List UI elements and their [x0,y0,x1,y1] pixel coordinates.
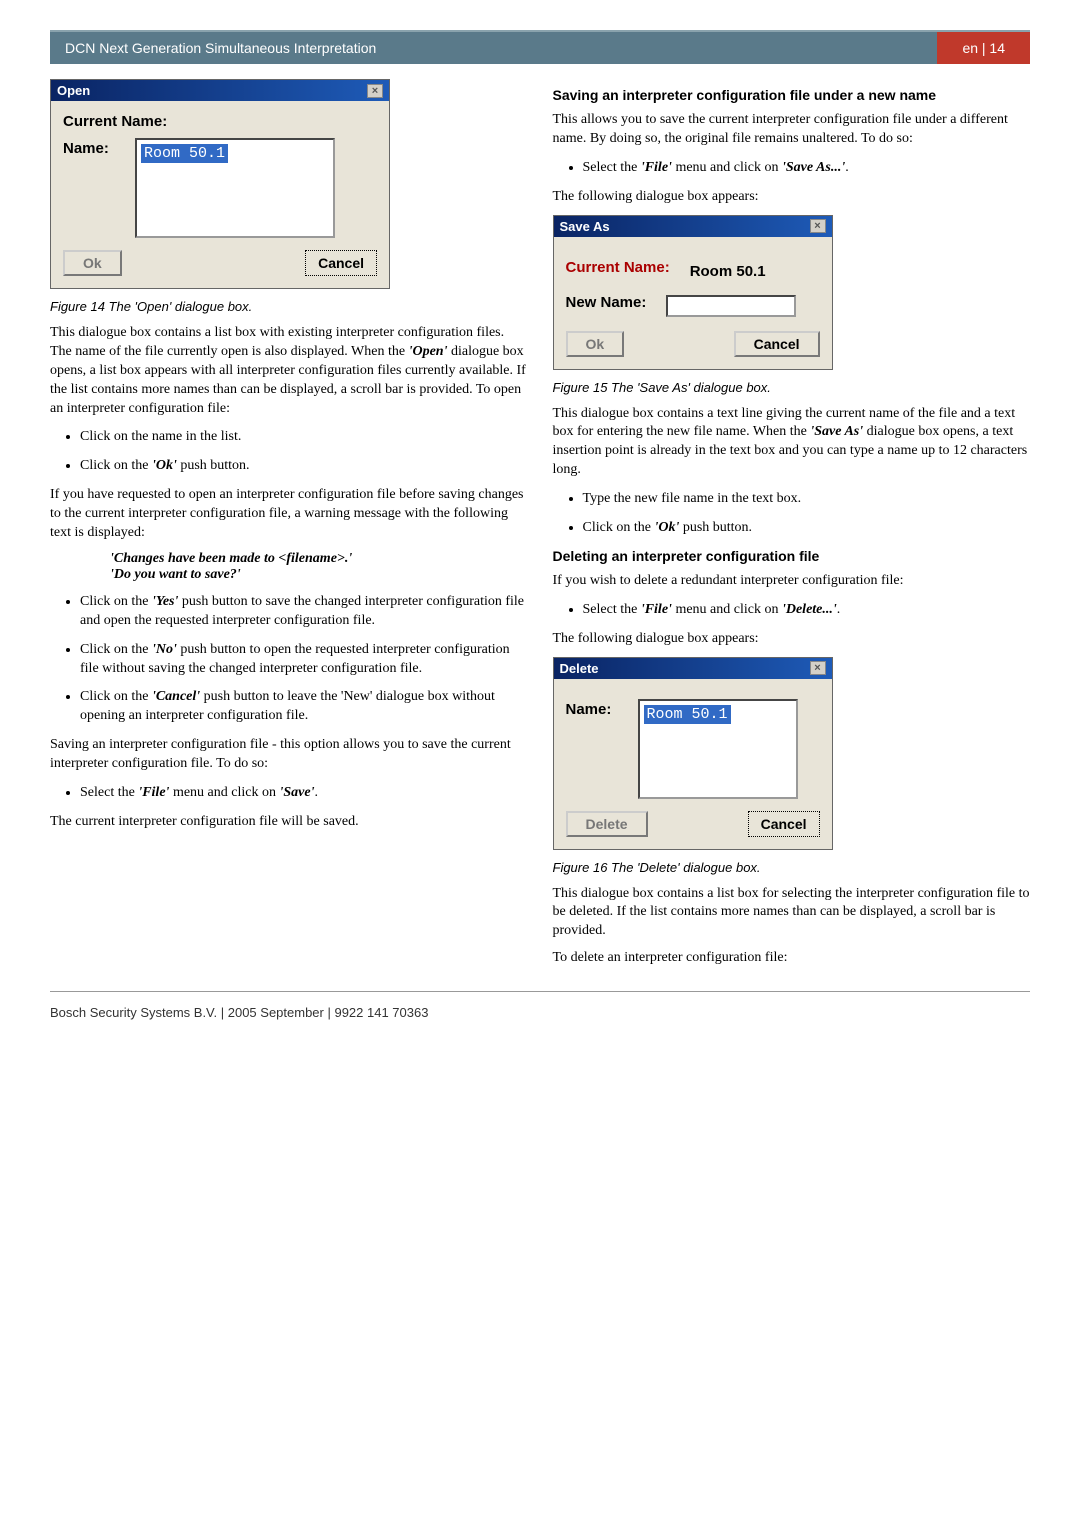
list-item: Click on the 'Ok' push button. [583,519,1031,538]
new-name-label: New Name: [566,294,647,311]
open-dialog-title: Open [57,83,90,98]
open-dialog: Open × Current Name: Name: Room 50.1 Ok … [50,79,390,289]
cancel-button[interactable]: Cancel [748,811,820,837]
current-name-value: Room 50.1 [690,263,766,280]
paragraph: This dialogue box contains a list box fo… [553,885,1031,942]
list-item: Type the new file name in the text box. [583,490,1031,509]
list-item: Click on the 'Cancel' push button to lea… [80,688,528,726]
quote-text: 'Changes have been made to <filename>.' [110,551,528,567]
list-item[interactable]: Room 50.1 [141,144,228,163]
paragraph: The following dialogue box appears: [553,188,1031,207]
list-item: Click on the 'Yes' push button to save t… [80,593,528,631]
current-name-label: Current Name: [566,259,670,276]
close-icon[interactable]: × [810,219,826,233]
saveas-dialog-titlebar: Save As × [554,216,832,237]
close-icon[interactable]: × [367,84,383,98]
header-page-number: en | 14 [937,32,1030,64]
list-item: Click on the name in the list. [80,428,528,447]
saveas-dialog-title: Save As [560,219,610,234]
list-item: Select the 'File' menu and click on 'Sav… [583,159,1031,178]
name-label: Name: [566,699,626,718]
delete-dialog: Delete × Name: Room 50.1 Delete Cancel [553,657,833,850]
figure-caption: Figure 14 The 'Open' dialogue box. [50,299,528,314]
delete-dialog-title: Delete [560,661,599,676]
header-title: DCN Next Generation Simultaneous Interpr… [65,40,376,56]
list-item: Select the 'File' menu and click on 'Sav… [80,784,528,803]
delete-button[interactable]: Delete [566,811,648,837]
current-name-label: Current Name: [63,113,377,130]
paragraph: If you have requested to open an interpr… [50,486,528,543]
list-item: Click on the 'Ok' push button. [80,457,528,476]
cancel-button[interactable]: Cancel [305,250,377,276]
saveas-dialog: Save As × Current Name: Room 50.1 New Na… [553,215,833,370]
delete-dialog-titlebar: Delete × [554,658,832,679]
page-footer: Bosch Security Systems B.V. | 2005 Septe… [50,1000,1030,1020]
paragraph: Saving an interpreter configuration file… [50,736,528,774]
close-icon[interactable]: × [810,661,826,675]
paragraph: This dialogue box contains a text line g… [553,405,1031,481]
paragraph: This allows you to save the current inte… [553,111,1031,149]
paragraph: This dialogue box contains a list box wi… [50,324,528,418]
paragraph: The following dialogue box appears: [553,630,1031,649]
list-item: Click on the 'No' push button to open th… [80,641,528,679]
ok-button[interactable]: Ok [63,250,122,276]
open-dialog-titlebar: Open × [51,80,389,101]
delete-file-listbox[interactable]: Room 50.1 [638,699,798,799]
list-item[interactable]: Room 50.1 [644,705,731,724]
list-item: Select the 'File' menu and click on 'Del… [583,601,1031,620]
ok-button[interactable]: Ok [566,331,625,357]
paragraph: If you wish to delete a redundant interp… [553,572,1031,591]
new-name-input[interactable] [666,295,796,317]
quote-text: 'Do you want to save?' [110,567,528,583]
paragraph: The current interpreter configuration fi… [50,813,528,832]
name-label: Name: [63,138,123,157]
section-heading: Deleting an interpreter configuration fi… [553,548,1031,564]
open-file-listbox[interactable]: Room 50.1 [135,138,335,238]
section-heading: Saving an interpreter configuration file… [553,87,1031,103]
figure-caption: Figure 15 The 'Save As' dialogue box. [553,380,1031,395]
page-header: DCN Next Generation Simultaneous Interpr… [50,30,1030,64]
figure-caption: Figure 16 The 'Delete' dialogue box. [553,860,1031,875]
cancel-button[interactable]: Cancel [734,331,820,357]
paragraph: To delete an interpreter configuration f… [553,949,1031,968]
